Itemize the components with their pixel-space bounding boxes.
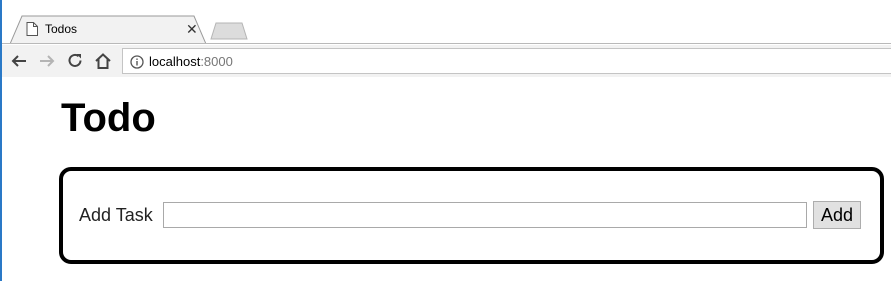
add-button[interactable]: Add <box>813 201 861 229</box>
add-task-form: Add Task Add <box>59 167 884 264</box>
new-tab-button[interactable] <box>210 22 248 40</box>
url-port: :8000 <box>200 54 233 69</box>
tab-strip: Todos ✕ <box>2 0 891 45</box>
tab-title: Todos <box>45 22 78 36</box>
page-content: Todo Add Task Add <box>0 77 891 281</box>
url-host: localhost <box>149 54 201 69</box>
tab-shape <box>10 15 206 44</box>
tab-strip-divider <box>2 43 891 44</box>
add-task-label: Add Task <box>79 205 153 225</box>
page-title: Todo <box>61 96 156 140</box>
tab-todos[interactable]: Todos ✕ <box>10 15 206 44</box>
close-icon[interactable]: ✕ <box>186 21 198 37</box>
back-arrow-icon[interactable] <box>10 52 28 70</box>
url-text[interactable]: localhost:8000 <box>149 54 233 69</box>
home-icon[interactable] <box>94 52 112 70</box>
document-icon <box>26 22 38 36</box>
info-icon[interactable] <box>130 55 144 69</box>
address-bar[interactable]: localhost:8000 <box>122 48 891 74</box>
task-input[interactable] <box>163 202 807 228</box>
reload-icon[interactable] <box>66 52 84 70</box>
forward-arrow-icon[interactable] <box>38 52 56 70</box>
browser-toolbar: localhost:8000 <box>2 45 891 77</box>
